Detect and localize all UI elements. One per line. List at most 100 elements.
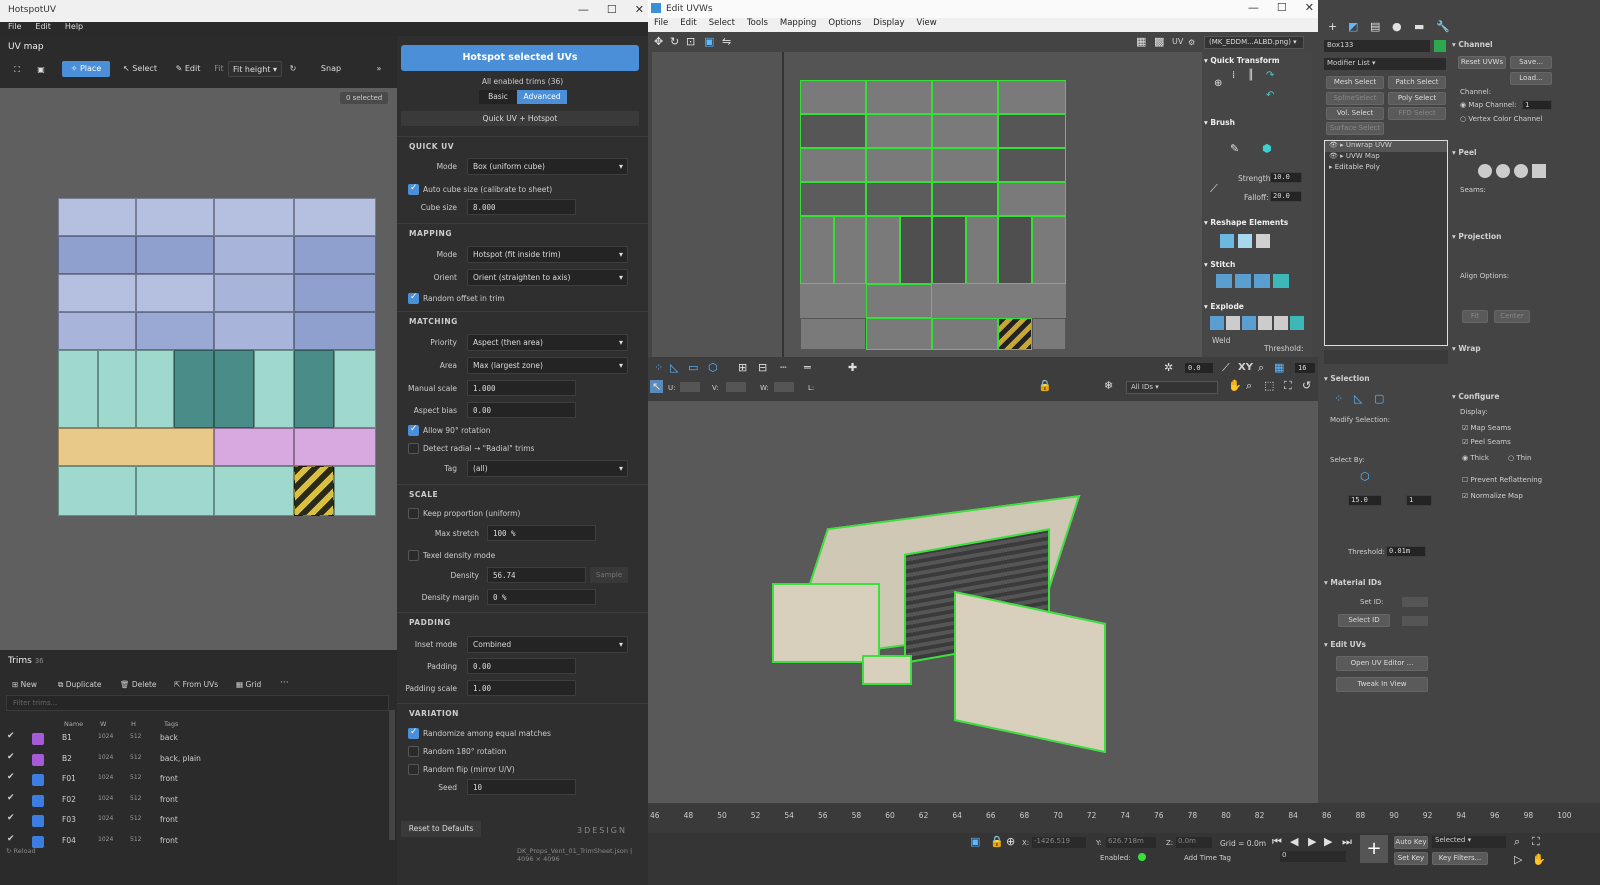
zoom-icon[interactable]: ⌕ (1258, 361, 1264, 375)
stack-item-uvwmap[interactable]: 👁 ▸ UVW Map (1325, 152, 1447, 163)
peel-icon[interactable] (1478, 164, 1492, 178)
sel-edge-icon[interactable]: ◺ (1354, 392, 1362, 405)
trim-atlas-preview[interactable] (58, 198, 376, 516)
refresh-icon[interactable]: ↻ (286, 61, 300, 77)
uv-island[interactable] (932, 148, 998, 182)
scale-icon[interactable]: ⊡ (686, 35, 695, 48)
object-name-input[interactable]: Box133 (1324, 40, 1430, 52)
trim-cell[interactable] (214, 312, 294, 350)
rotate-ccw-icon[interactable]: ↶ (1266, 90, 1274, 101)
falloff-input[interactable]: 20.0 (1270, 191, 1302, 202)
stack-item-editable-poly[interactable]: ▸ Editable Poly (1325, 163, 1447, 174)
xy-label[interactable]: XY (1238, 362, 1253, 373)
pin-icon[interactable] (1532, 164, 1546, 178)
row-check-icon[interactable]: ✔ (7, 834, 15, 844)
row-check-icon[interactable]: ✔ (7, 752, 15, 762)
uv-island[interactable] (998, 80, 1066, 114)
minimize-icon[interactable]: — (578, 3, 589, 16)
random180-checkbox[interactable] (408, 746, 419, 757)
trim-cell[interactable] (294, 198, 376, 236)
peel2-icon[interactable] (1496, 164, 1510, 178)
modify-tab-icon[interactable]: ◩ (1348, 20, 1358, 33)
zoom-status-icon[interactable]: ⌕ (1514, 835, 1520, 849)
trim-cell[interactable] (136, 466, 214, 516)
explode-tools[interactable] (1210, 316, 1306, 332)
uv-island[interactable] (998, 114, 1066, 148)
menu-edit[interactable]: Edit (35, 22, 51, 36)
goto-end-icon[interactable]: ⏭ (1342, 835, 1352, 849)
uvw-menu-select[interactable]: Select (709, 18, 735, 32)
trim-row[interactable]: ✔ F02 1024 512 front (0, 790, 386, 810)
trim-cell[interactable] (58, 198, 136, 236)
hierarchy-tab-icon[interactable]: ▤ (1370, 20, 1380, 33)
load-button[interactable]: Load... (1510, 72, 1552, 85)
angle-input[interactable]: 15.0 (1348, 495, 1382, 506)
rotate-icon[interactable]: ↻ (670, 35, 679, 48)
vertex-icon[interactable]: ⁘ (654, 361, 663, 374)
straighten-icon[interactable] (1220, 234, 1234, 248)
uv-island[interactable] (932, 216, 966, 284)
uv-island[interactable] (834, 216, 866, 284)
uv-island[interactable] (998, 148, 1066, 182)
shrink-icon[interactable]: ⊟ (758, 361, 767, 374)
trim-row[interactable]: ✔ F03 1024 512 front (0, 810, 386, 830)
checker2-icon[interactable]: ▩ (1154, 35, 1164, 48)
uvw-menu-mapping[interactable]: Mapping (780, 18, 816, 32)
normalize-map-checkbox[interactable]: ☑ Normalize Map (1462, 492, 1523, 500)
peel-tools[interactable] (1478, 164, 1558, 180)
motion-tab-icon[interactable]: ● (1392, 20, 1402, 33)
grid-button[interactable]: ▦ Grid (236, 680, 261, 689)
uv-island[interactable] (932, 114, 998, 148)
trim-cell[interactable] (58, 274, 136, 312)
relax-brush-icon[interactable]: ⬢ (1262, 142, 1272, 155)
reload-button[interactable]: ↻ Reload (6, 847, 36, 855)
fit-button[interactable]: Fit (1462, 310, 1488, 323)
align-h-icon[interactable]: ⁞ (1232, 70, 1235, 81)
threshold-sel-input[interactable]: 0.01m (1386, 546, 1426, 557)
image-icon[interactable]: ▣ (34, 62, 48, 78)
orbit-icon[interactable]: ↺ (1302, 379, 1311, 392)
trim-row[interactable]: ✔ F04 1024 512 front (0, 831, 386, 851)
explode-icon[interactable] (1210, 316, 1224, 330)
sel-poly-icon[interactable]: ▢ (1374, 392, 1384, 405)
uv-island[interactable] (932, 182, 998, 216)
uv-island[interactable] (932, 318, 998, 350)
sel-vertex-icon[interactable]: ⁘ (1334, 392, 1343, 405)
y-input[interactable]: 626.718m (1106, 837, 1156, 848)
modifier-list-dropdown[interactable]: Modifier List ▾ (1324, 58, 1446, 70)
uv-island[interactable] (800, 80, 866, 114)
trim-cell[interactable] (136, 236, 214, 274)
uvw-menu-view[interactable]: View (917, 18, 937, 32)
sel-one-input[interactable]: 1 (1406, 495, 1432, 506)
zoom-region-icon[interactable]: ⬚ (1264, 379, 1274, 392)
texture-dropdown[interactable]: (MK_EDDM...ALBD.png) ▾ (1204, 36, 1304, 49)
checker-explode-icon[interactable] (1274, 316, 1288, 330)
element-icon[interactable]: ⬡ (708, 361, 718, 374)
trim-row[interactable]: ✔ B2 1024 512 back, plain (0, 749, 386, 769)
uv-island[interactable] (932, 80, 998, 114)
uv-island[interactable] (966, 216, 998, 284)
fit-dropdown[interactable]: Fit height ▾ (228, 61, 282, 77)
allow-rotation-checkbox[interactable] (408, 424, 419, 436)
open-uv-editor-button[interactable]: Open UV Editor ... (1336, 656, 1428, 671)
uvw-menu-file[interactable]: File (654, 18, 668, 32)
maximize-icon[interactable]: ☐ (607, 3, 617, 16)
basic-tab[interactable]: Basic (479, 90, 517, 104)
pack-icon[interactable] (1256, 234, 1270, 248)
uvw-menu-edit[interactable]: Edit (680, 18, 696, 32)
uv-settings-icon[interactable]: ⚙ (1188, 38, 1195, 47)
delete-trim-button[interactable]: 🗑 Delete (120, 680, 157, 689)
quick-transform-tools[interactable]: ⊕ ⁞ ║ ↷ ↶ (1214, 70, 1300, 108)
manual-scale-input[interactable]: 1.000 (467, 380, 576, 396)
z-input[interactable]: 0.0m (1176, 837, 1212, 848)
mapping-mode-dropdown[interactable]: Hotspot (fit inside trim) (467, 246, 628, 263)
row-check-icon[interactable]: ✔ (7, 772, 15, 782)
strength-input[interactable]: 10.0 (1270, 172, 1302, 183)
trim-cell[interactable] (136, 312, 214, 350)
inset-mode-dropdown[interactable]: Combined (467, 636, 628, 653)
stitch4-icon[interactable] (1273, 274, 1289, 288)
uv-island[interactable] (800, 216, 834, 284)
w-input[interactable] (774, 382, 794, 392)
close-icon[interactable]: ✕ (635, 3, 644, 16)
advanced-tab[interactable]: Advanced (517, 90, 567, 104)
